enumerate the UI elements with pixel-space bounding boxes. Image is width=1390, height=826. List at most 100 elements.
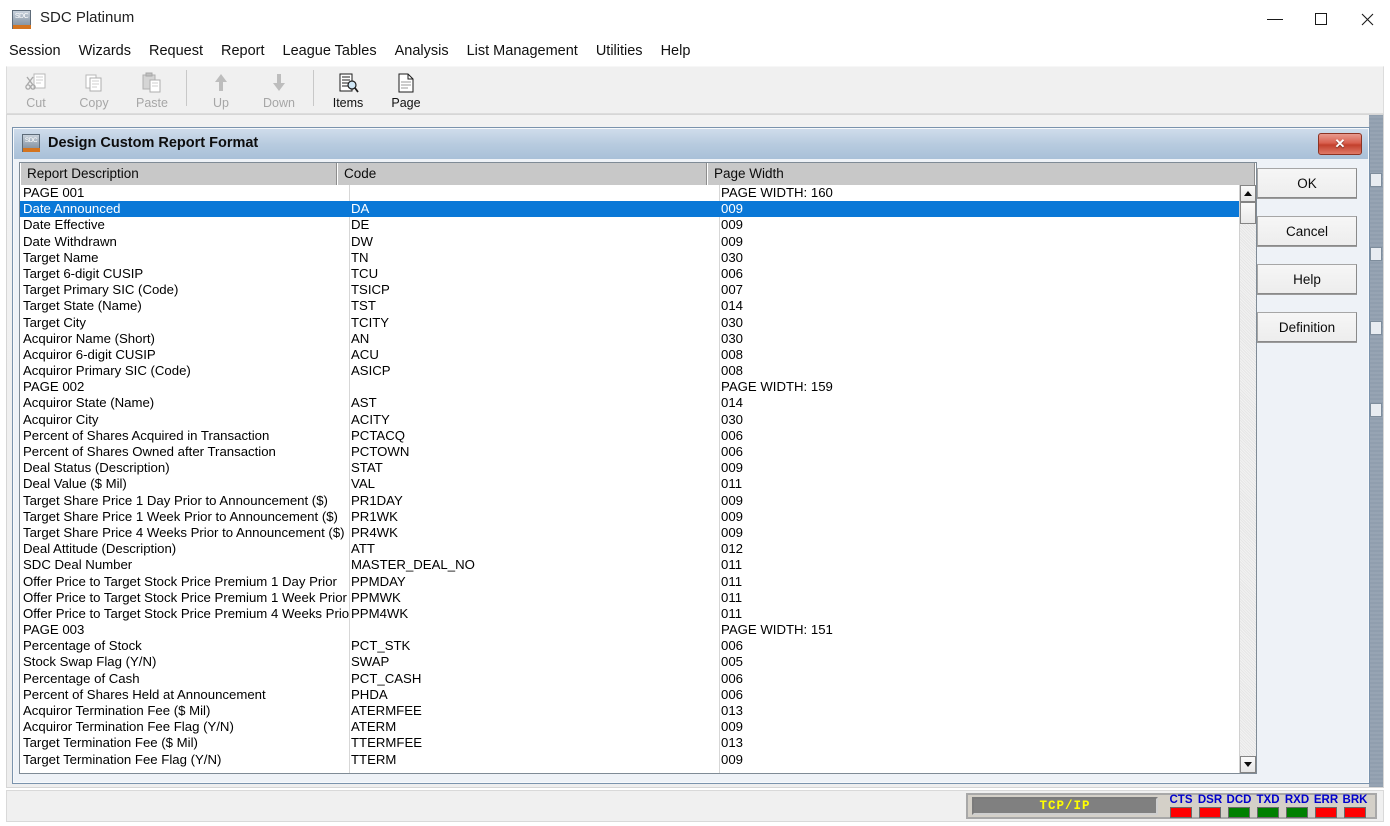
table-row[interactable]: Stock Swap Flag (Y/N)SWAP005	[20, 654, 1256, 670]
table-row[interactable]: Offer Price to Target Stock Price Premiu…	[20, 574, 1256, 590]
table-row[interactable]: Acquiror 6-digit CUSIPACU008	[20, 347, 1256, 363]
table-row[interactable]: Date EffectiveDE009	[20, 217, 1256, 233]
table-row[interactable]: Target CityTCITY030	[20, 315, 1256, 331]
serial-indicator-lights: CTSDSRDCDTXDRXDERRBRK	[1168, 795, 1371, 818]
arrow-down-icon	[268, 71, 290, 95]
table-row[interactable]: Target Termination Fee Flag (Y/N)TTERM00…	[20, 752, 1256, 768]
cell-code: ACITY	[351, 412, 719, 428]
menu-session[interactable]: Session	[0, 40, 70, 62]
toolbar-paste-button[interactable]: Paste	[123, 67, 181, 113]
cell-report-description: Percentage of Cash	[23, 671, 350, 687]
table-row[interactable]: Acquiror Termination Fee ($ Mil)ATERMFEE…	[20, 703, 1256, 719]
cell-report-description: Deal Attitude (Description)	[23, 541, 350, 557]
cell-report-description: Offer Price to Target Stock Price Premiu…	[23, 574, 350, 590]
cell-page-width: 009	[721, 752, 1121, 768]
menu-wizards[interactable]: Wizards	[70, 40, 140, 62]
cell-report-description: Target Termination Fee ($ Mil)	[23, 735, 350, 751]
table-row[interactable]: Deal Attitude (Description)ATT012	[20, 541, 1256, 557]
connection-type-display: TCP/IP	[972, 797, 1158, 815]
mdi-background-scrollbar[interactable]	[1369, 115, 1383, 787]
table-row[interactable]: Percent of Shares Held at AnnouncementPH…	[20, 687, 1256, 703]
cell-code: VAL	[351, 476, 719, 492]
table-row[interactable]: Target State (Name)TST014	[20, 298, 1256, 314]
cell-page-width: 013	[721, 703, 1121, 719]
table-row[interactable]: Target Primary SIC (Code)TSICP007	[20, 282, 1256, 298]
table-row[interactable]: Target Share Price 4 Weeks Prior to Anno…	[20, 525, 1256, 541]
minimize-button[interactable]	[1252, 0, 1298, 38]
cell-page-width: 006	[721, 428, 1121, 444]
menu-utilities[interactable]: Utilities	[587, 40, 652, 62]
menu-list-management[interactable]: List Management	[458, 40, 587, 62]
table-row[interactable]: Offer Price to Target Stock Price Premiu…	[20, 606, 1256, 622]
ok-button[interactable]: OK	[1257, 168, 1357, 198]
window-title: SDC Platinum	[40, 9, 134, 26]
cancel-button[interactable]: Cancel	[1257, 216, 1357, 246]
table-row[interactable]: Target 6-digit CUSIPTCU006	[20, 266, 1256, 282]
cell-report-description: Acquiror Name (Short)	[23, 331, 350, 347]
table-row[interactable]: Deal Value ($ Mil)VAL011	[20, 476, 1256, 492]
table-row[interactable]: Acquiror Primary SIC (Code)ASICP008	[20, 363, 1256, 379]
table-row[interactable]: PAGE 002PAGE WIDTH: 159	[20, 379, 1256, 395]
table-row[interactable]: Acquiror Termination Fee Flag (Y/N)ATERM…	[20, 719, 1256, 735]
table-row[interactable]: Offer Price to Target Stock Price Premiu…	[20, 590, 1256, 606]
table-row[interactable]: PAGE 001PAGE WIDTH: 160	[20, 185, 1256, 201]
led-lamp	[1170, 807, 1192, 818]
definition-button[interactable]: Definition	[1257, 312, 1357, 342]
cell-code: MASTER_DEAL_NO	[351, 557, 719, 573]
cell-report-description: Target State (Name)	[23, 298, 350, 314]
listview-header: Report Description Code Page Width	[20, 163, 1256, 185]
table-row[interactable]: Deal Status (Description)STAT009	[20, 460, 1256, 476]
menu-request[interactable]: Request	[140, 40, 212, 62]
mdi-scroll-marker	[1370, 173, 1382, 187]
table-row[interactable]: Acquiror CityACITY030	[20, 412, 1256, 428]
toolbar-up-button[interactable]: Up	[192, 67, 250, 113]
cell-code: SWAP	[351, 654, 719, 670]
scroll-up-button[interactable]	[1240, 185, 1256, 202]
arrow-up-icon	[210, 71, 232, 95]
cell-page-width: 012	[721, 541, 1121, 557]
maximize-button[interactable]	[1298, 0, 1344, 38]
cell-report-description: PAGE 002	[23, 379, 350, 395]
table-row[interactable]: Percentage of StockPCT_STK006	[20, 638, 1256, 654]
toolbar-page-button[interactable]: Page	[377, 67, 435, 113]
table-row[interactable]: Target Share Price 1 Day Prior to Announ…	[20, 493, 1256, 509]
column-header-page-width[interactable]: Page Width	[708, 163, 1256, 185]
menu-report[interactable]: Report	[212, 40, 274, 62]
close-button[interactable]	[1344, 0, 1390, 38]
column-header-code[interactable]: Code	[338, 163, 708, 185]
cell-code: AN	[351, 331, 719, 347]
led-dsr: DSR	[1197, 795, 1223, 818]
table-row[interactable]: Date AnnouncedDA009	[20, 201, 1256, 217]
table-row[interactable]: Acquiror State (Name)AST014	[20, 395, 1256, 411]
table-row[interactable]: Percent of Shares Acquired in Transactio…	[20, 428, 1256, 444]
scrollbar-thumb[interactable]	[1240, 202, 1256, 224]
toolbar-items-button[interactable]: Items	[319, 67, 377, 113]
report-format-listview[interactable]: Report Description Code Page Width PAGE …	[19, 162, 1257, 774]
table-row[interactable]: Acquiror Name (Short)AN030	[20, 331, 1256, 347]
table-row[interactable]: Target Share Price 1 Week Prior to Annou…	[20, 509, 1256, 525]
dialog-close-button[interactable]: ✕	[1318, 133, 1362, 155]
cell-page-width: 011	[721, 476, 1121, 492]
toolbar-cut-button[interactable]: Cut	[7, 67, 65, 113]
table-row[interactable]: Date WithdrawnDW009	[20, 234, 1256, 250]
toolbar-down-button[interactable]: Down	[250, 67, 308, 113]
table-row[interactable]: Percentage of CashPCT_CASH006	[20, 671, 1256, 687]
table-row[interactable]: Target NameTN030	[20, 250, 1256, 266]
cell-page-width: 030	[721, 412, 1121, 428]
menu-help[interactable]: Help	[652, 40, 700, 62]
scroll-down-button[interactable]	[1240, 756, 1256, 773]
listview-vertical-scrollbar[interactable]	[1239, 185, 1256, 773]
menu-analysis[interactable]: Analysis	[386, 40, 458, 62]
column-header-report-description[interactable]: Report Description	[20, 163, 338, 185]
table-row[interactable]: Percent of Shares Owned after Transactio…	[20, 444, 1256, 460]
cell-code: PCTOWN	[351, 444, 719, 460]
window-titlebar: SDC SDC Platinum	[0, 0, 1390, 38]
table-row[interactable]: PAGE 003PAGE WIDTH: 151	[20, 622, 1256, 638]
table-row[interactable]: SDC Deal NumberMASTER_DEAL_NO011	[20, 557, 1256, 573]
listview-body[interactable]: PAGE 001PAGE WIDTH: 160Date AnnouncedDA0…	[20, 185, 1256, 773]
menu-league-tables[interactable]: League Tables	[274, 40, 386, 62]
led-err: ERR	[1313, 795, 1339, 818]
toolbar-copy-button[interactable]: Copy	[65, 67, 123, 113]
help-button[interactable]: Help	[1257, 264, 1357, 294]
table-row[interactable]: Target Termination Fee ($ Mil)TTERMFEE01…	[20, 735, 1256, 751]
